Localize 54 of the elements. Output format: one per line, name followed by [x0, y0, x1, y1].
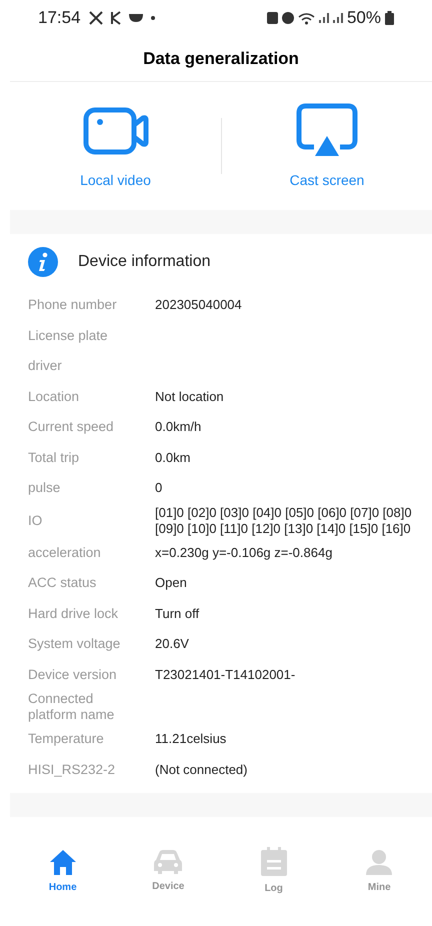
- field-value: 20.6V: [155, 636, 190, 652]
- status-time: 17:54: [38, 7, 81, 30]
- tab-item[interactable]: Home: [10, 848, 116, 895]
- home-icon: [48, 848, 77, 876]
- field-label: HISI_RS232-2: [28, 762, 116, 778]
- field-label: System voltage: [28, 636, 122, 652]
- wifi-icon: [298, 12, 315, 24]
- field-value: [01]0 [02]0 [03]0 [04]0 [05]0 [06]0 [07]0 [08]0 [09]0 [10]0 [11]0 [12]0 [13]0 [14]0 [15]0 [16]0: [155, 504, 413, 536]
- video-camera-icon: [82, 106, 148, 154]
- field-label: Total trip: [28, 450, 80, 466]
- field-value: Open: [155, 575, 188, 592]
- field-value: 202305040004: [155, 297, 243, 314]
- field-label: Temperature: [28, 731, 105, 748]
- field-label: driver: [28, 358, 63, 374]
- field-value: x=0.230g y=-0.106g z=-0.864g: [155, 544, 334, 561]
- signal-icon: [332, 12, 343, 24]
- info-icon: [28, 247, 58, 277]
- person-icon: [365, 848, 394, 876]
- field-value: 0.0km: [155, 450, 192, 466]
- signal-icon: [318, 12, 329, 24]
- field-value: Turn off: [155, 606, 200, 622]
- field-value: 0: [155, 480, 164, 496]
- field-value: 11.21celsius: [155, 731, 228, 748]
- battery-icon: [385, 11, 394, 25]
- dot-icon: [150, 16, 155, 20]
- field-value: Not location: [155, 388, 225, 405]
- field-value: T23021401-T14102001-: [155, 666, 296, 683]
- cast-screen-button[interactable]: Cast screen: [222, 102, 432, 190]
- field-label: IO: [28, 512, 44, 528]
- battery-percent: 50%: [346, 7, 381, 30]
- field-label: pulse: [28, 480, 62, 496]
- cast-screen-icon: [296, 102, 358, 158]
- bowl-icon: [128, 14, 143, 22]
- field-label: Connected platform name: [28, 691, 116, 723]
- x-icon: [88, 11, 103, 25]
- tab-item[interactable]: Mine: [326, 848, 432, 895]
- clipboard-icon: [260, 847, 288, 877]
- field-label: ACC status: [28, 575, 98, 592]
- section-title: Device information: [78, 252, 210, 272]
- field-label: Device version: [28, 666, 118, 683]
- page-title: Data generalization: [143, 48, 299, 70]
- field-value: 0.0km/h: [155, 419, 202, 436]
- field-label: acceleration: [28, 544, 102, 561]
- field-label: Current speed: [28, 419, 115, 436]
- local-video-button[interactable]: Local video: [10, 102, 221, 190]
- tab-item[interactable]: Device: [116, 849, 221, 894]
- k-icon: [110, 11, 121, 25]
- field-value: (Not connected): [155, 762, 248, 778]
- field-label: Location: [28, 388, 80, 405]
- field-label: License plate: [28, 328, 109, 344]
- car-icon: [153, 849, 184, 875]
- field-label: Phone number: [28, 297, 118, 314]
- field-label: Hard drive lock: [28, 606, 120, 622]
- tab-item[interactable]: Log: [221, 847, 326, 896]
